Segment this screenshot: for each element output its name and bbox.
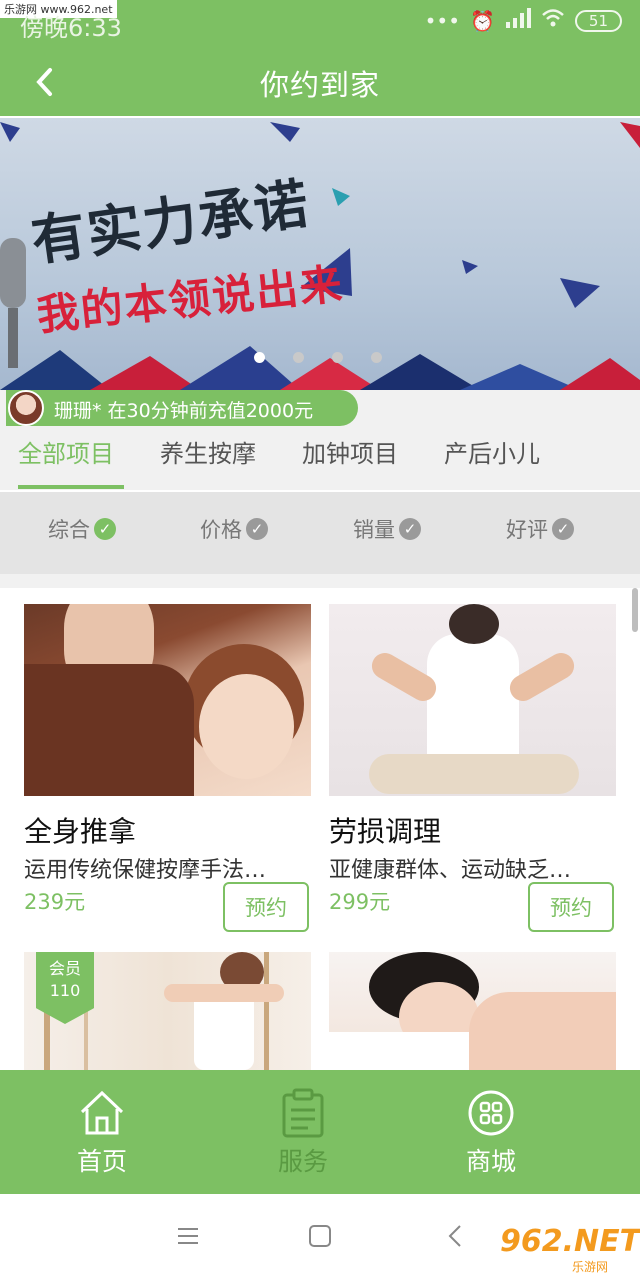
- book-button[interactable]: 预约: [528, 882, 614, 932]
- scrollbar[interactable]: [632, 588, 638, 632]
- tab-all-projects[interactable]: 全部项目: [18, 434, 114, 469]
- sort-label: 价格: [200, 518, 242, 542]
- sort-label: 好评: [506, 518, 548, 542]
- sort-sales[interactable]: 销量 ✓: [353, 514, 421, 544]
- product-price: 239元: [24, 890, 86, 914]
- page-title: 你约到家: [259, 68, 380, 102]
- pagination-dot[interactable]: [293, 352, 304, 363]
- menu-icon[interactable]: [176, 1224, 200, 1252]
- product-description: 运用传统保健按摩手法…: [24, 858, 267, 883]
- member-badge-label: 会员: [48, 959, 81, 978]
- nav-label: 服务: [277, 1147, 328, 1176]
- book-button[interactable]: 预约: [223, 882, 309, 932]
- product-title[interactable]: 全身推拿: [24, 810, 136, 850]
- check-circle-icon: ✓: [552, 518, 574, 540]
- status-time: 傍晚6:33: [20, 14, 122, 42]
- banner-pagination: [254, 352, 382, 363]
- product-image-back-massage[interactable]: [329, 952, 616, 1070]
- nav-mall[interactable]: 商城: [431, 1088, 551, 1178]
- divider: [0, 574, 640, 588]
- sort-label: 销量: [353, 518, 395, 542]
- tab-postnatal-child[interactable]: 产后小儿: [444, 434, 540, 469]
- product-image-strain-therapy[interactable]: [329, 604, 616, 796]
- more-dots-icon: •••: [424, 8, 460, 33]
- check-circle-icon: ✓: [246, 518, 268, 540]
- check-circle-icon: ✓: [94, 518, 116, 540]
- tab-extra-time[interactable]: 加钟项目: [302, 434, 398, 469]
- status-icons: ••• ⏰ 51: [425, 8, 622, 33]
- home-square-icon[interactable]: [308, 1224, 332, 1252]
- wifi-icon: [541, 8, 565, 33]
- nav-label: 首页: [76, 1147, 127, 1176]
- active-tab-indicator: [18, 485, 124, 489]
- check-circle-icon: ✓: [399, 518, 421, 540]
- pagination-dot[interactable]: [254, 352, 265, 363]
- pagination-dot[interactable]: [371, 352, 382, 363]
- promo-banner[interactable]: 有实力承诺 我的本领说出来: [0, 118, 640, 390]
- notice-text: 珊珊* 在30分钟前充值2000元: [54, 400, 314, 422]
- site-watermark-logo: 962.NET: [500, 1224, 640, 1259]
- site-watermark-sub: 乐游网: [572, 1260, 609, 1274]
- avatar: [8, 390, 44, 426]
- nav-service[interactable]: 服务: [243, 1088, 363, 1178]
- nav-label: 商城: [465, 1147, 516, 1176]
- home-icon: [80, 1090, 124, 1135]
- signal-icon: [505, 8, 531, 33]
- battery-indicator: 51: [574, 9, 622, 32]
- sort-rating[interactable]: 好评 ✓: [506, 514, 574, 544]
- clipboard-icon: [282, 1088, 324, 1138]
- back-triangle-icon[interactable]: [444, 1224, 468, 1252]
- sort-price[interactable]: 价格 ✓: [200, 514, 268, 544]
- member-badge-number: 110: [49, 981, 81, 1000]
- pagination-dot[interactable]: [332, 352, 343, 363]
- product-description: 亚健康群体、运动缺乏…: [329, 858, 572, 883]
- product-price: 299元: [329, 890, 391, 914]
- tab-wellness-massage[interactable]: 养生按摩: [160, 434, 256, 469]
- sort-overall[interactable]: 综合 ✓: [48, 514, 116, 544]
- grid-icon: [468, 1090, 514, 1136]
- product-image-full-body-massage[interactable]: [24, 604, 311, 796]
- product-title[interactable]: 劳损调理: [329, 810, 441, 850]
- sort-label: 综合: [48, 518, 90, 542]
- alarm-icon: ⏰: [470, 8, 495, 33]
- nav-home[interactable]: 首页: [42, 1088, 162, 1178]
